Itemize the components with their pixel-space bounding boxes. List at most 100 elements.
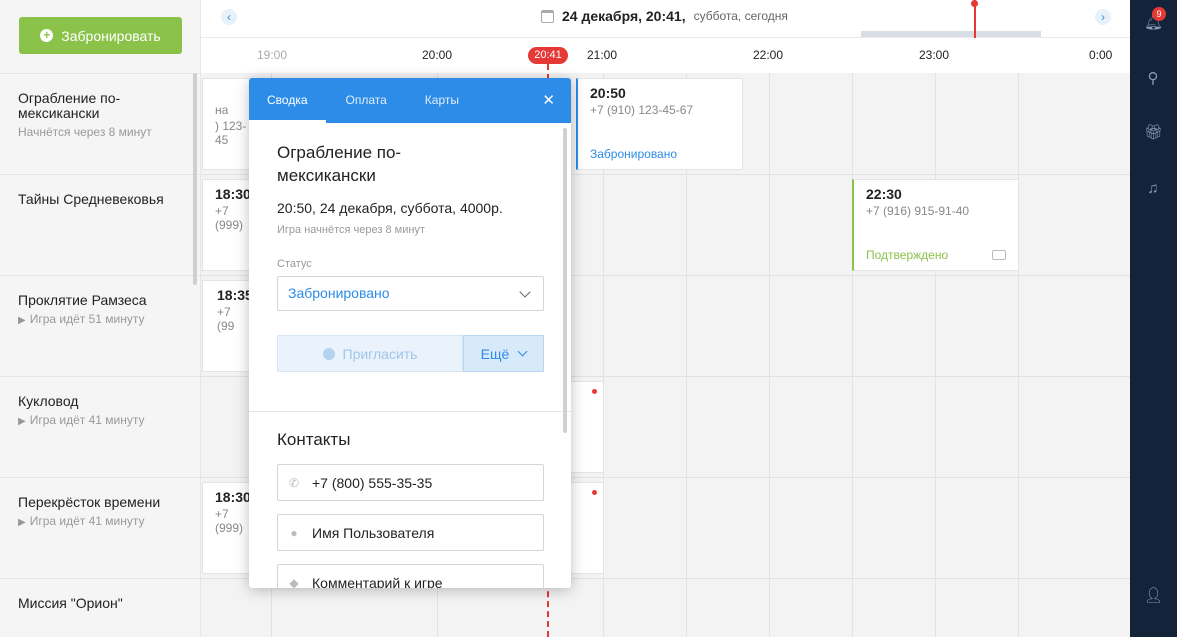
- room-row[interactable]: Миссия "Орион": [0, 578, 200, 637]
- book-button[interactable]: + Забронировать: [19, 17, 182, 54]
- status-select-value: Забронировано: [288, 285, 390, 301]
- booking-phone: +7 (916) 915-91-40: [866, 204, 970, 218]
- next-day-button[interactable]: ›: [1095, 9, 1111, 25]
- room-row[interactable]: Тайны Средневековья: [0, 174, 200, 275]
- tab-payment[interactable]: Оплата: [346, 78, 405, 123]
- play-icon: ▶: [18, 315, 26, 326]
- booking-phone: +7 (910) 123-45-67: [590, 103, 694, 117]
- status-label: Статус: [277, 258, 312, 270]
- booking-phone: +7 (999): [215, 204, 244, 232]
- more-label: Ещё: [480, 345, 510, 362]
- wallet-icon: [992, 250, 1006, 260]
- visible-range-indicator: [861, 31, 1041, 37]
- status-select[interactable]: Забронировано: [277, 276, 544, 311]
- booking-phone: +7 (99: [217, 305, 235, 333]
- booking-time: 20:50: [590, 85, 626, 101]
- grid-line: [852, 73, 853, 637]
- booking-title: Ограбление по-мексикански: [277, 143, 402, 185]
- chevron-down-icon: [519, 286, 531, 298]
- room-status-text: Игра идёт 51 минуту: [29, 312, 145, 326]
- contacts-title: Контакты: [277, 430, 351, 449]
- room-status-text: Игра идёт 41 минуту: [29, 413, 145, 427]
- room-status: ▶ Игра идёт 41 минуту: [18, 413, 182, 427]
- booking-card[interactable]: 22:30 +7 (916) 915-91-40 Подтверждено: [852, 179, 1019, 271]
- room-name: Кукловод: [18, 393, 79, 409]
- alert-dot: [592, 389, 597, 394]
- alert-dot: [592, 490, 597, 495]
- room-row[interactable]: Кукловод ▶ Игра идёт 41 минуту: [0, 376, 200, 477]
- time-axis: 19:00 20:00 21:00 22:00 23:00 0:00: [201, 38, 1130, 73]
- now-badge: 20:41: [528, 47, 568, 64]
- room-row[interactable]: Перекрёсток времени ▶ Игра идёт 41 минуту: [0, 477, 200, 578]
- invite-label: Пригласить: [342, 345, 418, 362]
- popup-scrollbar[interactable]: [563, 128, 567, 433]
- room-name: Тайны Средневековья: [18, 191, 164, 207]
- close-icon[interactable]: ✕: [542, 91, 555, 109]
- rooms-panel: + Забронировать Ограбление по-мексиканск…: [0, 0, 201, 637]
- time-label: 19:00: [257, 48, 288, 62]
- room-name: Проклятие Рамзеса: [18, 292, 147, 308]
- booking-phone: ) 123-45: [215, 119, 247, 147]
- room-status: ▶ Игра идёт 51 минуту: [18, 312, 182, 326]
- notification-badge: 9: [1152, 7, 1166, 21]
- prev-day-button[interactable]: ‹: [221, 9, 237, 25]
- time-label: 20:00: [422, 48, 453, 62]
- play-icon: ▶: [18, 416, 26, 427]
- grid-line: [935, 73, 936, 637]
- plus-icon: +: [40, 29, 54, 42]
- room-name: Перекрёсток времени: [18, 494, 161, 510]
- room-name: Ограбление по-мексикански: [18, 90, 121, 121]
- search-icon[interactable]: ⚲: [1144, 70, 1162, 88]
- room-status-text: Игра идёт 41 минуту: [29, 514, 145, 528]
- play-icon: ▶: [18, 517, 26, 528]
- booking-time: 22:30: [866, 186, 902, 202]
- phone-field[interactable]: ✆ +7 (800) 555-35-35: [277, 464, 544, 501]
- comment-value: Комментарий к игре: [312, 574, 443, 589]
- time-label: 0:00: [1089, 48, 1113, 62]
- booking-time: 18:35: [217, 287, 253, 303]
- current-date: 24 декабря, 20:41, суббота, сегодня: [541, 8, 788, 24]
- music-icon[interactable]: ♫: [1144, 180, 1162, 198]
- booking-time: 18:30: [215, 489, 251, 505]
- date-subtext: суббота, сегодня: [693, 9, 788, 23]
- booking-status: Подтверждено: [866, 248, 949, 262]
- scrollbar[interactable]: [193, 73, 197, 285]
- person-icon: ●: [290, 525, 298, 540]
- room-status: ▶ Игра идёт 41 минуту: [18, 514, 182, 528]
- app-sidebar: 🔔︎ ⚲ 🎁︎ ♫ 👤︎: [1130, 0, 1177, 637]
- tab-cards[interactable]: Карты: [425, 78, 477, 123]
- date-text: 24 декабря, 20:41,: [562, 8, 686, 24]
- tab-summary[interactable]: Сводка: [249, 78, 326, 123]
- time-label: 22:00: [753, 48, 784, 62]
- user-name-value: Имя Пользователя: [312, 524, 435, 541]
- chevron-down-icon: [517, 346, 528, 357]
- calendar-icon: [541, 9, 554, 23]
- grid-line: [1018, 73, 1019, 637]
- more-button[interactable]: Ещё: [463, 335, 544, 372]
- comment-field[interactable]: ◆ Комментарий к игре: [277, 564, 544, 588]
- invite-button[interactable]: Пригласить: [277, 335, 463, 372]
- room-row[interactable]: Проклятие Рамзеса ▶ Игра идёт 51 минуту: [0, 275, 200, 376]
- play-icon: [322, 347, 335, 360]
- booking-phone: на: [215, 103, 229, 117]
- room-status: Начнётся через 8 минут: [18, 125, 152, 139]
- booking-info: 20:50, 24 декабря, суббота, 4000р.: [277, 200, 503, 216]
- booking-popup: Сводка Оплата Карты ✕ Ограбление по-мекс…: [249, 78, 571, 588]
- booking-card[interactable]: 20:50 +7 (910) 123-45-67 Забронировано: [576, 78, 743, 170]
- grid-line: [769, 73, 770, 637]
- user-icon[interactable]: 👤︎: [1144, 587, 1163, 605]
- user-name-field[interactable]: ● Имя Пользователя: [277, 514, 544, 551]
- popup-tabs: Сводка Оплата Карты ✕: [249, 78, 571, 123]
- booking-time: 18:30: [215, 186, 251, 202]
- booking-status: Забронировано: [590, 147, 678, 161]
- booking-phone: +7 (999): [215, 507, 244, 535]
- room-row[interactable]: Ограбление по-мексикански Начнётся через…: [0, 73, 200, 174]
- date-bar: ‹ 24 декабря, 20:41, суббота, сегодня ›: [201, 0, 1130, 38]
- time-label: 23:00: [919, 48, 950, 62]
- time-label: 21:00: [587, 48, 618, 62]
- now-marker-dot: [971, 0, 978, 7]
- book-button-label: Забронировать: [61, 27, 161, 44]
- gift-icon[interactable]: 🎁︎: [1144, 124, 1163, 142]
- room-name: Миссия "Орион": [18, 595, 123, 611]
- phone-value: +7 (800) 555-35-35: [312, 474, 433, 491]
